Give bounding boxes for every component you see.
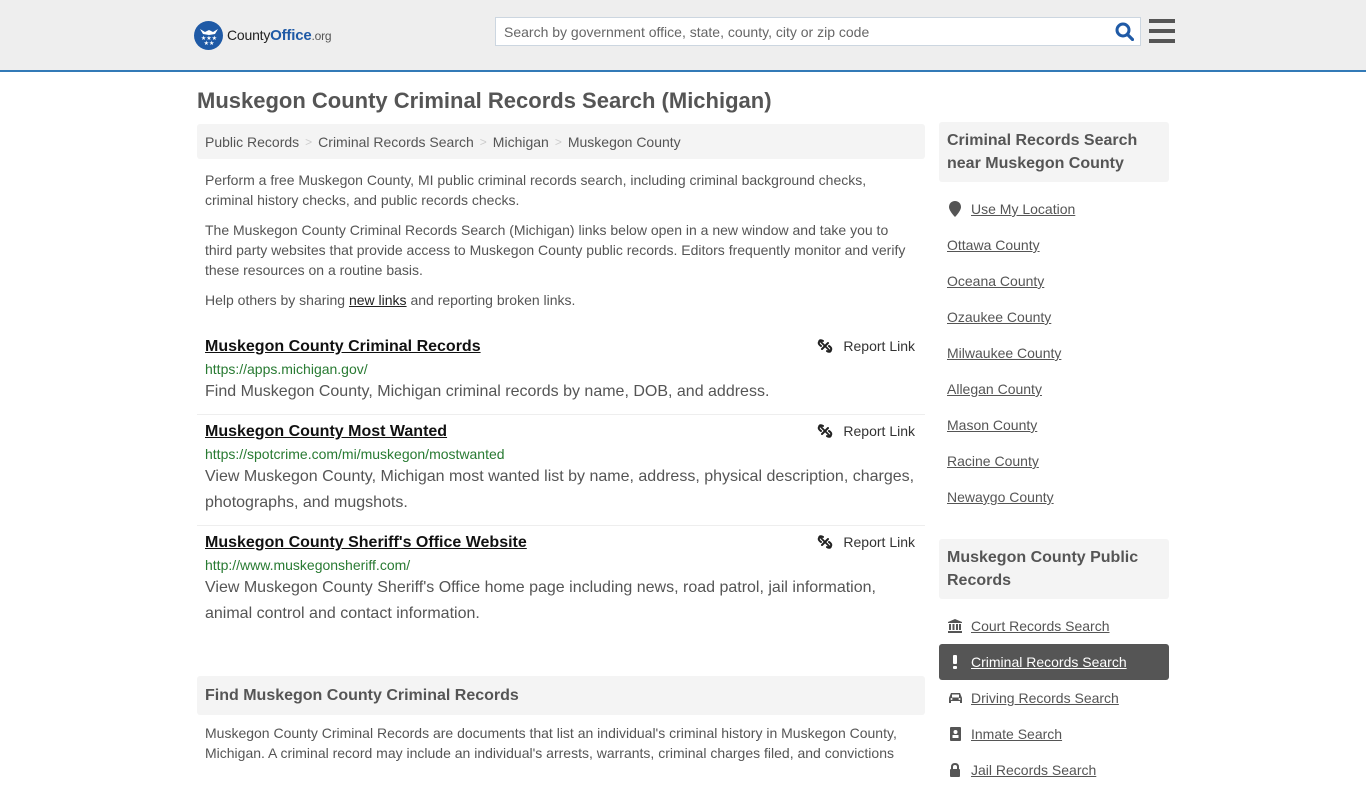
broken-link-icon xyxy=(818,424,833,438)
exclamation-icon xyxy=(947,655,963,669)
sidebar-link[interactable]: Inmate Search xyxy=(971,726,1062,742)
broken-link-icon xyxy=(818,535,833,549)
breadcrumb-criminal-records-search[interactable]: Criminal Records Search xyxy=(318,134,474,150)
search-icon xyxy=(1115,22,1134,41)
intro-text: Perform a free Muskegon County, MI publi… xyxy=(197,170,925,310)
intro-paragraph: The Muskegon County Criminal Records Sea… xyxy=(205,222,906,278)
breadcrumb-separator: > xyxy=(554,134,562,149)
public-records-list: Court Records Search Criminal Records Se… xyxy=(939,608,1169,788)
eagle-logo-icon: ★★★ ★★ xyxy=(194,20,223,50)
search-input[interactable] xyxy=(496,18,1108,45)
nearby-county-item[interactable]: Mason County xyxy=(939,407,1169,443)
resource-link-item: Muskegon County Sheriff's Office Website… xyxy=(197,526,925,636)
resource-link-title[interactable]: Muskegon County Criminal Records xyxy=(205,337,481,357)
sidebar-item-driving-records[interactable]: Driving Records Search xyxy=(939,680,1169,716)
use-my-location-item[interactable]: Use My Location xyxy=(939,191,1169,227)
breadcrumb-muskegon-county[interactable]: Muskegon County xyxy=(568,134,681,150)
nearby-county-item[interactable]: Oceana County xyxy=(939,263,1169,299)
logo-text: CountyOffice.org xyxy=(227,26,332,44)
sidebar-link[interactable]: Jail Records Search xyxy=(971,762,1096,778)
broken-link-icon xyxy=(818,339,833,353)
sidebar-link[interactable]: Court Records Search xyxy=(971,618,1110,634)
menu-bar xyxy=(1149,39,1175,43)
sidebar-link[interactable]: Criminal Records Search xyxy=(971,654,1127,670)
nearby-county-item[interactable]: Ozaukee County xyxy=(939,299,1169,335)
sidebar-item-court-records[interactable]: Court Records Search xyxy=(939,608,1169,644)
resource-link-title[interactable]: Muskegon County Sheriff's Office Website xyxy=(205,533,527,553)
nearby-heading: Criminal Records Search near Muskegon Co… xyxy=(939,122,1169,182)
nearby-county-link[interactable]: Allegan County xyxy=(947,381,1042,397)
breadcrumb-separator: > xyxy=(305,134,313,149)
breadcrumb: Public Records > Criminal Records Search… xyxy=(197,124,925,159)
site-logo[interactable]: ★★★ ★★ CountyOffice.org xyxy=(194,20,332,50)
nearby-county-item[interactable]: Allegan County xyxy=(939,371,1169,407)
id-badge-icon xyxy=(947,727,963,741)
sidebar-item-jail-records[interactable]: Jail Records Search xyxy=(939,752,1169,788)
nearby-county-link[interactable]: Milwaukee County xyxy=(947,345,1061,361)
hamburger-menu-button[interactable] xyxy=(1149,19,1175,43)
sidebar: Criminal Records Search near Muskegon Co… xyxy=(939,122,1169,788)
menu-bar xyxy=(1149,29,1175,33)
resource-link-url: https://apps.michigan.gov/ xyxy=(205,361,368,377)
intro-share-paragraph: Help others by sharing new links and rep… xyxy=(205,292,576,308)
sidebar-link[interactable]: Driving Records Search xyxy=(971,690,1119,706)
report-link-button[interactable]: Report Link xyxy=(817,338,915,354)
new-links-link[interactable]: new links xyxy=(349,292,407,308)
resource-link-description: View Muskegon County, Michigan most want… xyxy=(205,468,915,511)
breadcrumb-michigan[interactable]: Michigan xyxy=(493,134,549,150)
breadcrumb-separator: > xyxy=(479,134,487,149)
find-records-body: Muskegon County Criminal Records are doc… xyxy=(205,725,897,761)
nearby-county-link[interactable]: Oceana County xyxy=(947,273,1044,289)
nearby-county-item[interactable]: Ottawa County xyxy=(939,227,1169,263)
nearby-county-link[interactable]: Racine County xyxy=(947,453,1039,469)
resource-link-item: Muskegon County Criminal Records https:/… xyxy=(197,330,925,415)
search-button[interactable] xyxy=(1108,18,1140,45)
public-records-heading: Muskegon County Public Records xyxy=(939,539,1169,599)
report-link-button[interactable]: Report Link xyxy=(817,534,915,550)
resource-link-url: http://www.muskegonsheriff.com/ xyxy=(205,557,411,573)
courthouse-icon xyxy=(947,619,963,633)
nearby-county-link[interactable]: Newaygo County xyxy=(947,489,1054,505)
nearby-county-link[interactable]: Mason County xyxy=(947,417,1037,433)
sidebar-item-inmate-search[interactable]: Inmate Search xyxy=(939,716,1169,752)
main-content: Public Records > Criminal Records Search… xyxy=(197,124,925,761)
menu-bar xyxy=(1149,19,1175,23)
resource-link-description: View Muskegon County Sheriff's Office ho… xyxy=(205,579,876,622)
nearby-county-link[interactable]: Ottawa County xyxy=(947,237,1040,253)
nearby-county-item[interactable]: Milwaukee County xyxy=(939,335,1169,371)
lock-icon xyxy=(947,763,963,777)
resource-link-item: Muskegon County Most Wanted https://spot… xyxy=(197,415,925,526)
site-header: ★★★ ★★ CountyOffice.org xyxy=(0,0,1366,72)
nearby-county-item[interactable]: Racine County xyxy=(939,443,1169,479)
sidebar-item-criminal-records[interactable]: Criminal Records Search xyxy=(939,644,1169,680)
intro-paragraph: Perform a free Muskegon County, MI publi… xyxy=(205,172,867,208)
find-records-heading: Find Muskegon County Criminal Records xyxy=(197,676,925,715)
nearby-county-link[interactable]: Ozaukee County xyxy=(947,309,1051,325)
map-marker-icon xyxy=(947,201,963,217)
svg-text:★★: ★★ xyxy=(203,40,214,45)
report-link-button[interactable]: Report Link xyxy=(817,423,915,439)
car-icon xyxy=(947,692,963,704)
resource-link-url: https://spotcrime.com/mi/muskegon/mostwa… xyxy=(205,446,505,462)
nearby-county-item[interactable]: Newaygo County xyxy=(939,479,1169,515)
resource-link-description: Find Muskegon County, Michigan criminal … xyxy=(205,383,770,400)
page-title: Muskegon County Criminal Records Search … xyxy=(197,88,772,113)
breadcrumb-public-records[interactable]: Public Records xyxy=(205,134,299,150)
nearby-list: Use My Location Ottawa County Oceana Cou… xyxy=(939,191,1169,515)
use-my-location-link[interactable]: Use My Location xyxy=(971,201,1075,217)
resource-links: Muskegon County Criminal Records https:/… xyxy=(197,330,925,636)
search-box xyxy=(495,17,1141,46)
resource-link-title[interactable]: Muskegon County Most Wanted xyxy=(205,422,447,442)
